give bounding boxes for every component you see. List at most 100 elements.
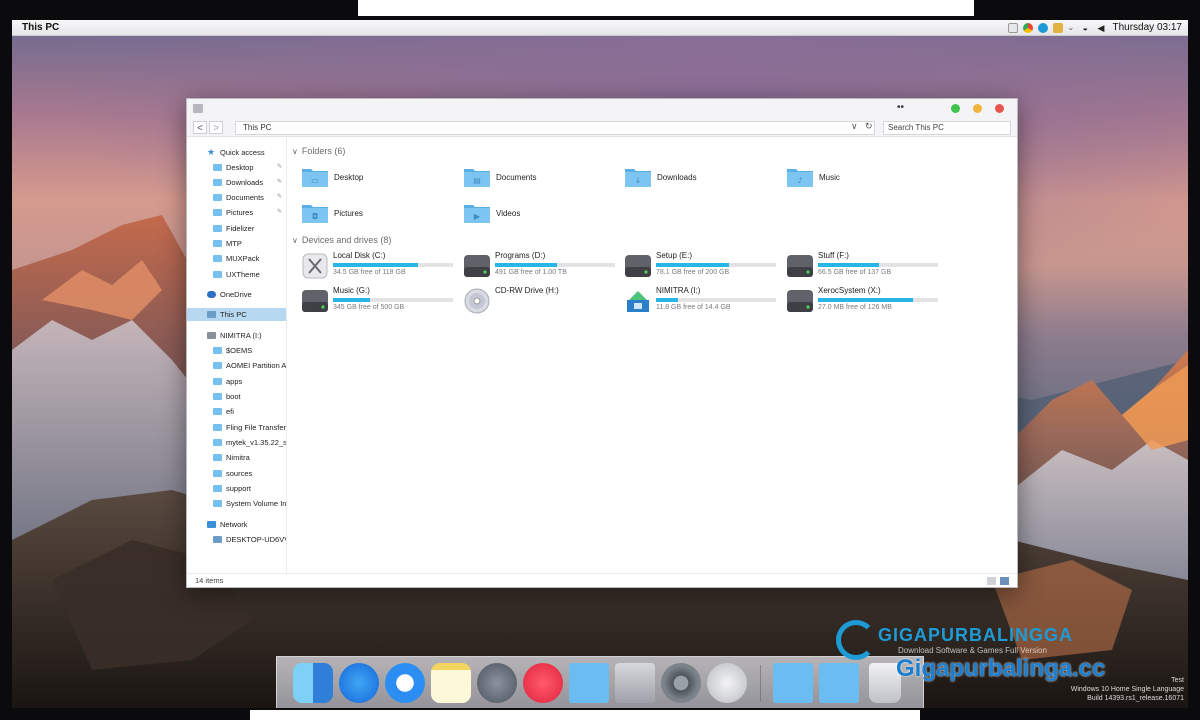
view-toggle-icons[interactable] xyxy=(987,577,1011,585)
sidebar-item-sources[interactable]: sources xyxy=(187,467,286,480)
sidebar-item-desktop[interactable]: Desktop ✎ xyxy=(187,161,286,174)
app-store-icon[interactable] xyxy=(339,663,379,703)
sidebar-item-nimitra[interactable]: Nimitra xyxy=(187,451,286,464)
folder-pictures[interactable]: ◘ Pictures xyxy=(301,202,451,228)
drive-name: NIMITRA (I:) xyxy=(656,286,701,295)
documents-folder-icon[interactable] xyxy=(819,663,859,703)
forward-button[interactable]: > xyxy=(209,121,223,134)
back-button[interactable]: < xyxy=(193,121,207,134)
drive-item[interactable]: XerocSystem (X:) 27.0 MB free of 126 MB xyxy=(786,286,941,320)
drive-item[interactable]: CD-RW Drive (H:) xyxy=(463,286,618,320)
refresh-button[interactable]: ↻ xyxy=(865,121,873,132)
chevron-down-icon: ∨ xyxy=(292,147,298,156)
folder-downloads[interactable]: ↓ Downloads xyxy=(624,166,774,192)
sidebar-item-apps[interactable]: apps xyxy=(187,375,286,388)
sidebar-item-network[interactable]: Network xyxy=(187,518,286,531)
pin-icon[interactable]: ✎ xyxy=(277,161,282,174)
power-icon[interactable] xyxy=(707,663,747,703)
sidebar-item-efi[interactable]: efi xyxy=(187,405,286,418)
sidebar-item-pictures[interactable]: Pictures ✎ xyxy=(187,206,286,219)
drive-item[interactable]: Local Disk (C:) 34.5 GB free of 118 GB xyxy=(301,251,456,285)
library-folder-icon[interactable] xyxy=(569,663,609,703)
sidebar-item-system-volume-information[interactable]: System Volume Information xyxy=(187,497,286,510)
sidebar-item-label: Nimitra xyxy=(226,453,250,462)
volume-icon[interactable]: ◀ xyxy=(1098,23,1108,33)
tray-app-icon[interactable] xyxy=(1007,22,1018,33)
close-button[interactable] xyxy=(995,104,1004,113)
osx-drive-icon xyxy=(302,253,328,279)
itunes-icon[interactable] xyxy=(523,663,563,703)
hard-drive-icon xyxy=(302,290,328,312)
active-app-title[interactable]: This PC xyxy=(12,22,59,33)
navigation-pane: ★ Quick access Desktop ✎ Downloads ✎ Documents… xyxy=(187,138,287,573)
downloads-folder-icon: ↓ xyxy=(625,169,651,187)
drive-item[interactable]: Stuff (F:) 66.5 GB free of 137 GB xyxy=(786,251,941,285)
wifi-icon[interactable]: ◒ xyxy=(1083,23,1093,33)
sidebar-item-mytek-v1-35-22-setup[interactable]: mytek_v1.35.22_setup xyxy=(187,436,286,449)
folders-section-header[interactable]: ∨ Folders (6) xyxy=(292,146,345,156)
network-tray-icon[interactable] xyxy=(1052,22,1063,33)
sidebar-item-this-pc[interactable]: This PC xyxy=(187,308,286,321)
pin-icon[interactable]: ✎ xyxy=(277,206,282,219)
sidebar-item-nimitra-i[interactable]: NIMITRA (I:) xyxy=(187,329,286,342)
drive-item[interactable]: Programs (D:) 491 GB free of 1.00 TB xyxy=(463,251,618,285)
launchpad-icon[interactable] xyxy=(477,663,517,703)
drive-name: Local Disk (C:) xyxy=(333,251,386,260)
maximize-button[interactable] xyxy=(951,104,960,113)
sidebar-item-mtp[interactable]: MTP xyxy=(187,237,286,250)
sidebar-item-muxpack[interactable]: MUXPack xyxy=(187,252,286,265)
sidebar-item-desktop-ud6vv6m[interactable]: DESKTOP-UD6VV6M xyxy=(187,533,286,546)
folder-icon xyxy=(213,255,222,262)
notes-icon[interactable] xyxy=(431,663,471,703)
music-folder-icon: ♪ xyxy=(787,169,813,187)
chrome-icon[interactable] xyxy=(1022,22,1033,33)
more-options-button[interactable]: •• xyxy=(897,102,904,113)
safari-icon[interactable] xyxy=(385,663,425,703)
drive-usage-fill xyxy=(818,298,913,302)
folder-desktop[interactable]: ▭ Desktop xyxy=(301,166,451,192)
sidebar-item-onedrive[interactable]: OneDrive xyxy=(187,288,286,301)
drives-section-header[interactable]: ∨ Devices and drives (8) xyxy=(292,235,391,245)
sidebar-item-aomei-partition-assistant[interactable]: AOMEI Partition Assistant xyxy=(187,359,286,372)
skype-icon[interactable] xyxy=(1037,22,1048,33)
sidebar-item-support[interactable]: support xyxy=(187,482,286,495)
folder-icon xyxy=(213,470,222,477)
svg-text:▶: ▶ xyxy=(474,212,481,221)
sidebar-item-documents[interactable]: Documents ✎ xyxy=(187,191,286,204)
pin-icon[interactable]: ✎ xyxy=(277,176,282,189)
folder-label: Videos xyxy=(496,209,521,218)
system-preferences-icon[interactable] xyxy=(661,663,701,703)
computer-icon xyxy=(207,311,216,318)
sidebar-item-uxtheme[interactable]: UXTheme xyxy=(187,268,286,281)
drive-item[interactable]: NIMITRA (I:) 11.8 GB free of 14.4 GB xyxy=(624,286,779,320)
sidebar-item-downloads[interactable]: Downloads ✎ xyxy=(187,176,286,189)
folder-videos[interactable]: ▶ Videos xyxy=(463,202,613,228)
folder-documents[interactable]: ▤ Documents xyxy=(463,166,613,192)
mac-pro-icon[interactable] xyxy=(615,663,655,703)
address-bar[interactable]: This PC xyxy=(235,121,875,135)
title-bar[interactable]: •• xyxy=(187,99,1017,119)
dock-separator xyxy=(760,665,761,701)
clock[interactable]: Thursday 03:17 xyxy=(1113,22,1183,33)
sidebar-item-oems[interactable]: $OEMS xyxy=(187,344,286,357)
drive-name: Music (G:) xyxy=(333,286,370,295)
svg-text:↓: ↓ xyxy=(635,176,642,185)
sidebar-item-boot[interactable]: boot xyxy=(187,390,286,403)
folder-icon xyxy=(213,485,222,492)
drive-item[interactable]: Music (G:) 345 GB free of 500 GB xyxy=(301,286,456,320)
folder-icon[interactable] xyxy=(773,663,813,703)
drive-name: XerocSystem (X:) xyxy=(818,286,881,295)
drive-item[interactable]: Setup (E:) 78.1 GB free of 200 GB xyxy=(624,251,779,285)
sidebar-item-quick-access[interactable]: ★ Quick access xyxy=(187,146,286,159)
address-dropdown-button[interactable]: ∨ xyxy=(851,121,858,132)
sidebar-item-fling-file-transfer-setup[interactable]: Fling File Transfer Setup xyxy=(187,421,286,434)
search-input[interactable]: Search This PC xyxy=(883,121,1011,135)
sidebar-item-fidelizer[interactable]: Fidelizer xyxy=(187,222,286,235)
pin-icon[interactable]: ✎ xyxy=(277,191,282,204)
minimize-button[interactable] xyxy=(973,104,982,113)
folder-music[interactable]: ♪ Music xyxy=(786,166,936,192)
finder-icon[interactable] xyxy=(293,663,333,703)
chevron-up-icon[interactable]: ⌄ xyxy=(1068,23,1078,33)
drive-free-space: 66.5 GB free of 137 GB xyxy=(818,269,892,276)
drive-free-space: 27.0 MB free of 126 MB xyxy=(818,304,892,311)
